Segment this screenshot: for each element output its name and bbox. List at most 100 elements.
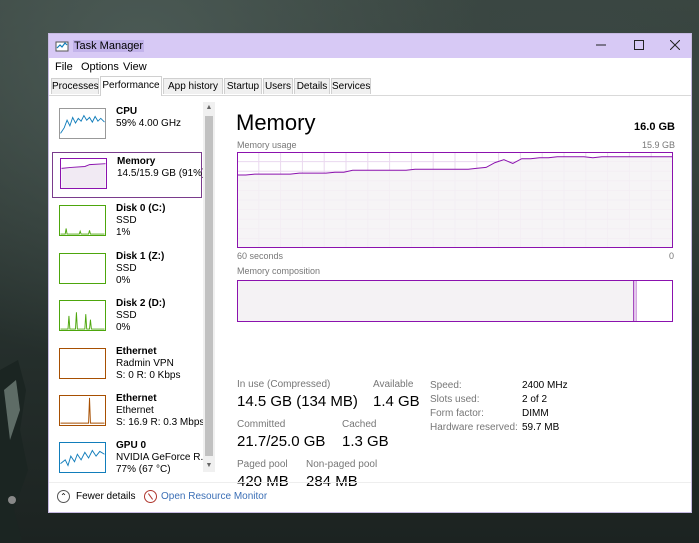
form-factor-label: Form factor: — [430, 408, 484, 419]
resource-monitor-icon[interactable] — [144, 490, 157, 503]
sidebar-item-detail: Radmin VPN — [116, 358, 174, 369]
sidebar-item-detail: 59% 4.00 GHz — [116, 118, 182, 129]
gpu-graph-icon — [59, 442, 106, 473]
paged-pool-label: Paged pool — [237, 459, 288, 470]
in-use-label: In use (Compressed) — [237, 379, 331, 390]
in-use-value: 14.5 GB (134 MB) — [237, 393, 358, 410]
sidebar-item-detail: NVIDIA GeForce R... — [116, 452, 209, 463]
sidebar-item-value: 0% — [116, 275, 131, 286]
task-manager-icon — [55, 41, 69, 52]
scroll-down-icon[interactable]: ▼ — [203, 460, 215, 472]
scrollbar-thumb[interactable] — [205, 116, 213, 456]
tab-app-history[interactable]: App history — [163, 78, 223, 94]
sidebar-item-ethernet-vpn[interactable]: Ethernet Radmin VPN S: 0 R: 0 Kbps — [52, 343, 202, 389]
menu-bar: File Options View — [49, 58, 691, 76]
hardware-reserved-value: 59.7 MB — [522, 422, 560, 433]
sidebar-item-disk-0[interactable]: Disk 0 (C:) SSD 1% — [52, 200, 202, 246]
sidebar-item-gpu-0[interactable]: GPU 0 NVIDIA GeForce R... 77% (67 °C) — [52, 437, 209, 483]
usage-label: Memory usage — [237, 140, 297, 150]
tab-bar: Processes Performance App history Startu… — [49, 76, 691, 96]
speed-label: Speed: — [430, 380, 462, 391]
graph-time-end: 0 — [668, 251, 674, 261]
close-button[interactable] — [657, 34, 693, 58]
committed-value: 21.7/25.0 GB — [237, 433, 326, 450]
sidebar-item-title: GPU 0 — [116, 440, 147, 451]
network-graph-icon — [59, 395, 106, 426]
slots-used-value: 2 of 2 — [522, 394, 548, 405]
memory-composition-bar — [237, 280, 673, 322]
fewer-details-button[interactable]: Fewer details — [76, 491, 135, 502]
tab-performance[interactable]: Performance — [100, 76, 162, 96]
tab-startup[interactable]: Startup — [224, 78, 262, 94]
sidebar-item-value: S: 0 R: 0 Kbps — [116, 370, 181, 381]
non-paged-pool-label: Non-paged pool — [306, 459, 378, 470]
composition-in-use — [237, 280, 634, 322]
page-title: Memory — [236, 110, 316, 135]
sidebar-item-title: Disk 1 (Z:) — [116, 251, 165, 262]
sidebar-item-title: Ethernet — [116, 346, 157, 357]
sidebar-item-detail: SSD — [116, 310, 137, 321]
minimize-icon — [596, 44, 606, 46]
sidebar-item-ethernet[interactable]: Ethernet Ethernet S: 16.9 R: 0.3 Mbps — [52, 390, 205, 436]
tab-users[interactable]: Users — [263, 78, 293, 94]
tab-details[interactable]: Details — [294, 78, 330, 94]
network-graph-icon — [59, 348, 106, 379]
open-resource-monitor-link[interactable]: Open Resource Monitor — [161, 491, 267, 502]
task-manager-window: Task Manager File Options View Processes… — [48, 33, 692, 513]
sidebar-item-detail: Ethernet — [116, 405, 154, 416]
footer-bar: ⌃ Fewer details Open Resource Monitor — [49, 482, 691, 513]
available-label: Available — [373, 379, 414, 390]
minimize-button[interactable] — [583, 34, 619, 58]
slots-used-label: Slots used: — [430, 394, 480, 405]
memory-panel: Memory 16.0 GB Memory usage 15.9 GB 60 s… — [217, 96, 691, 490]
sidebar-item-detail: SSD — [116, 263, 137, 274]
composition-label: Memory composition — [237, 266, 321, 276]
cached-label: Cached — [342, 419, 377, 430]
speed-value: 2400 MHz — [522, 380, 568, 391]
sidebar-item-memory[interactable]: Memory 14.5/15.9 GB (91%) — [52, 152, 206, 198]
sidebar-item-detail: 14.5/15.9 GB (91%) — [117, 168, 206, 179]
memory-graph-icon — [60, 158, 107, 189]
sidebar-item-value: 77% (67 °C) — [116, 464, 171, 475]
menu-view[interactable]: View — [123, 61, 147, 73]
close-icon — [669, 39, 681, 51]
sidebar-item-disk-2[interactable]: Disk 2 (D:) SSD 0% — [52, 295, 202, 341]
memory-total: 16.0 GB — [634, 121, 675, 133]
maximize-icon — [634, 40, 644, 50]
cached-value: 1.3 GB — [342, 433, 389, 450]
menu-options[interactable]: Options — [81, 61, 119, 73]
sidebar-item-title: CPU — [116, 106, 138, 117]
sidebar-item-title: Memory — [117, 156, 156, 167]
form-factor-value: DIMM — [522, 408, 549, 419]
resource-sidebar: CPU 59% 4.00 GHz Memory 14.5/15.9 GB (91… — [49, 96, 217, 476]
sidebar-item-title: Disk 0 (C:) — [116, 203, 166, 214]
hardware-reserved-label: Hardware reserved: — [430, 422, 518, 433]
sidebar-item-disk-1[interactable]: Disk 1 (Z:) SSD 0% — [52, 248, 202, 294]
committed-label: Committed — [237, 419, 286, 430]
chevron-up-icon[interactable]: ⌃ — [57, 490, 70, 503]
memory-usage-graph — [237, 152, 673, 248]
available-value: 1.4 GB — [373, 393, 420, 410]
cpu-graph-icon — [59, 108, 106, 139]
menu-file[interactable]: File — [55, 61, 73, 73]
sidebar-item-value: 1% — [116, 227, 131, 238]
sidebar-item-detail: SSD — [116, 215, 137, 226]
sidebar-item-value: S: 16.9 R: 0.3 Mbps — [116, 417, 205, 428]
sidebar-item-value: 0% — [116, 322, 131, 333]
disk-graph-icon — [59, 205, 106, 236]
tab-services[interactable]: Services — [331, 78, 371, 94]
title-bar[interactable]: Task Manager — [49, 34, 691, 58]
sidebar-scrollbar[interactable]: ▲ ▼ — [203, 102, 215, 472]
sidebar-item-title: Disk 2 (D:) — [116, 298, 166, 309]
window-title: Task Manager — [73, 40, 145, 52]
tab-processes[interactable]: Processes — [51, 78, 99, 94]
disk-graph-icon — [59, 253, 106, 284]
graph-time-span: 60 seconds — [237, 251, 284, 261]
desktop-wallpaper-figure — [0, 360, 28, 540]
maximize-button[interactable] — [621, 34, 657, 58]
usage-max-label: 15.9 GB — [641, 140, 675, 150]
sidebar-item-title: Ethernet — [116, 393, 157, 404]
scroll-up-icon[interactable]: ▲ — [203, 102, 215, 114]
disk-graph-icon — [59, 300, 106, 331]
sidebar-item-cpu[interactable]: CPU 59% 4.00 GHz — [52, 103, 202, 149]
